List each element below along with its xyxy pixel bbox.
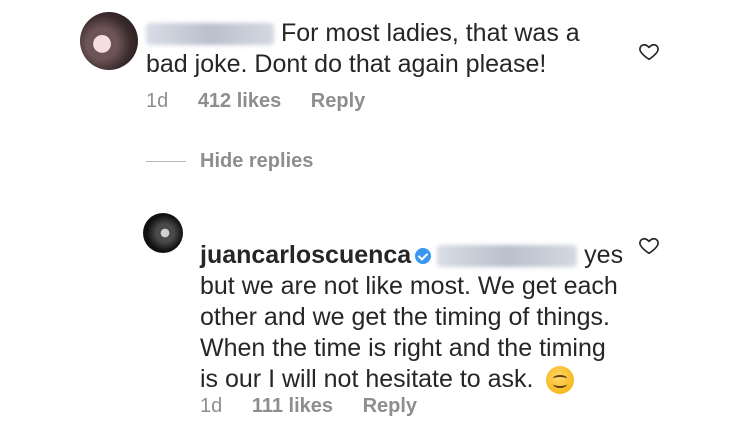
comment-meta: 1d 111 likes Reply [200, 395, 441, 418]
blurred-username[interactable] [146, 23, 274, 46]
hide-replies-button[interactable]: Hide replies [146, 150, 313, 173]
avatar[interactable] [80, 12, 138, 70]
comment-time: 1d [146, 90, 169, 112]
hide-replies-label: Hide replies [200, 150, 314, 172]
blurred-mention[interactable] [437, 245, 578, 268]
reply-button[interactable]: Reply [363, 395, 417, 418]
username[interactable]: juancarloscuenca [200, 241, 411, 269]
like-heart-icon[interactable] [638, 234, 660, 256]
comment-meta: 1d 412 likes Reply [146, 90, 389, 113]
divider-line [146, 161, 186, 162]
smiling-face-emoji-icon [546, 366, 575, 395]
comment-text: juancarloscuenca yes but we are not like… [200, 240, 630, 395]
comment-text: For most ladies, that was a bad joke. Do… [146, 18, 626, 80]
comment-time: 1d [200, 395, 223, 417]
verified-badge-icon [415, 248, 432, 265]
likes-count[interactable]: 111 likes [252, 395, 333, 418]
like-heart-icon[interactable] [638, 40, 660, 62]
likes-count[interactable]: 412 likes [198, 90, 281, 113]
reply-button[interactable]: Reply [311, 90, 365, 113]
avatar[interactable] [143, 213, 183, 253]
